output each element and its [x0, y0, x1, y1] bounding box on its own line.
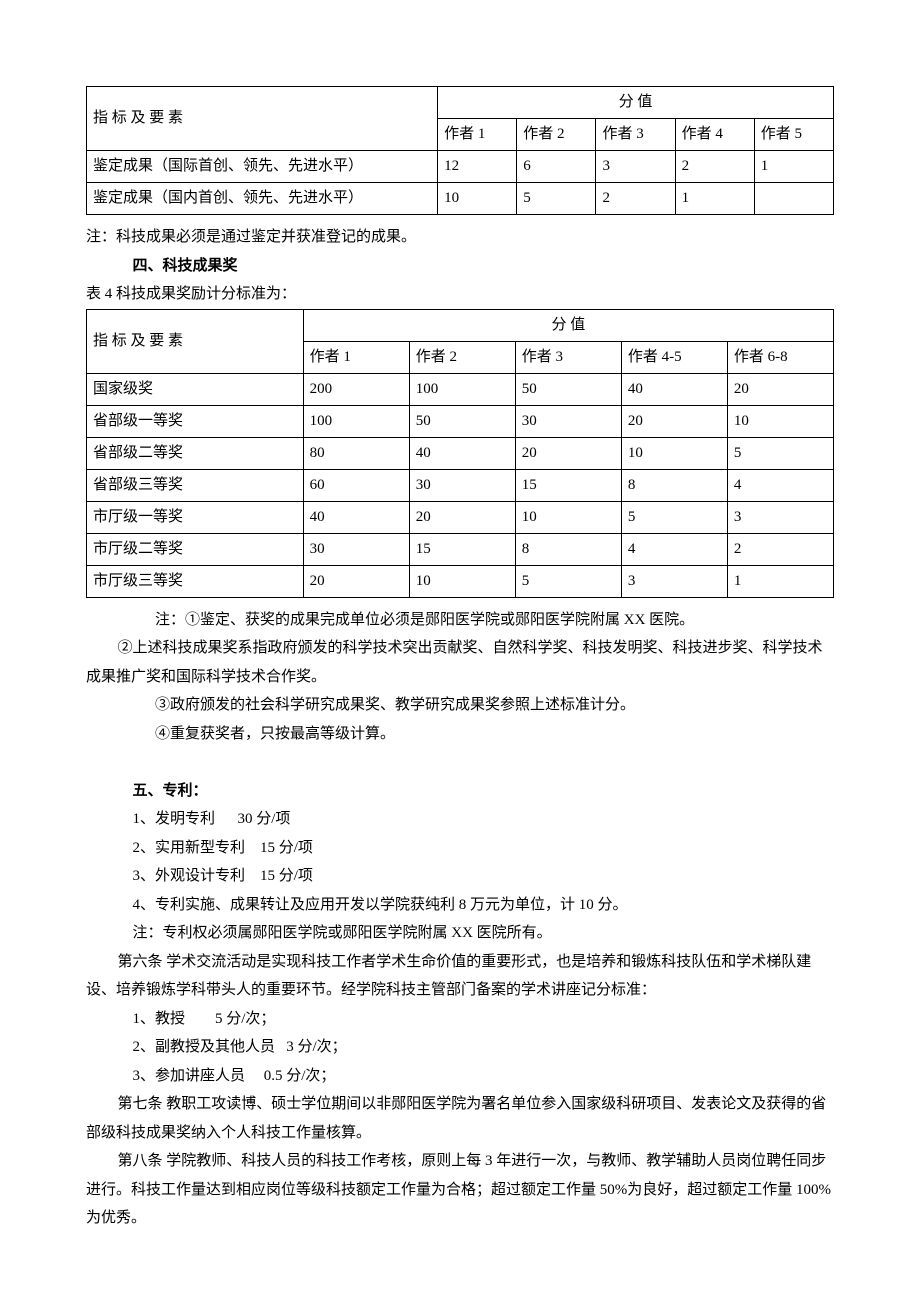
cell: 60: [303, 469, 409, 501]
lecture-item-3: 3、参加讲座人员 0.5 分/次；: [86, 1062, 834, 1091]
cell: 2: [596, 183, 675, 215]
row-label: 国家级奖: [87, 373, 304, 405]
cell: 10: [438, 183, 517, 215]
cell: 20: [727, 373, 833, 405]
table-row: 市厅级二等奖3015842: [87, 533, 834, 565]
col-author3: 作者 3: [596, 119, 675, 151]
table-row: 鉴定成果（国内首创、领先、先进水平） 10 5 2 1: [87, 183, 834, 215]
cell: 10: [727, 405, 833, 437]
cell: [754, 183, 833, 215]
cell: 50: [409, 405, 515, 437]
row-label: 市厅级三等奖: [87, 565, 304, 597]
row-label: 市厅级一等奖: [87, 501, 304, 533]
cell: 20: [303, 565, 409, 597]
table-row: 国家级奖200100504020: [87, 373, 834, 405]
table-row: 市厅级一等奖40201053: [87, 501, 834, 533]
cell: 15: [515, 469, 621, 501]
cell: 200: [303, 373, 409, 405]
table1-note: 注：科技成果必须是通过鉴定并获准登记的成果。: [86, 223, 834, 252]
table-row: 鉴定成果（国际首创、领先、先进水平） 12 6 3 2 1: [87, 151, 834, 183]
cell: 5: [517, 183, 596, 215]
note2-a: 注：①鉴定、获奖的成果完成单位必须是郧阳医学院或郧阳医学院附属 XX 医院。: [86, 606, 834, 635]
col-author4: 作者 4: [675, 119, 754, 151]
cell: 10: [409, 565, 515, 597]
cell: 6: [517, 151, 596, 183]
table-row: 省部级二等奖804020105: [87, 437, 834, 469]
cell: 2: [675, 151, 754, 183]
cell: 5: [727, 437, 833, 469]
cell: 8: [621, 469, 727, 501]
award-score-table: 指 标 及 要 素 分 值 作者 1 作者 2 作者 3 作者 4-5 作者 6…: [86, 309, 834, 598]
table-row: 市厅级三等奖2010531: [87, 565, 834, 597]
patent-item-1: 1、发明专利 30 分/项: [86, 805, 834, 834]
cell: 50: [515, 373, 621, 405]
row-label: 省部级三等奖: [87, 469, 304, 501]
appraisal-score-table: 指 标 及 要 素 分 值 作者 1 作者 2 作者 3 作者 4 作者 5 鉴…: [86, 86, 834, 215]
patent-item-2: 2、实用新型专利 15 分/项: [86, 834, 834, 863]
cell: 3: [727, 501, 833, 533]
table2-caption: 表 4 科技成果奖励计分标准为：: [86, 280, 834, 309]
col-author1: 作者 1: [303, 341, 409, 373]
row-label: 省部级二等奖: [87, 437, 304, 469]
cell: 20: [515, 437, 621, 469]
cell: 80: [303, 437, 409, 469]
row-label: 市厅级二等奖: [87, 533, 304, 565]
lecture-item-2: 2、副教授及其他人员 3 分/次；: [86, 1033, 834, 1062]
cell: 2: [727, 533, 833, 565]
score-header: 分 值: [303, 309, 833, 341]
cell: 10: [621, 437, 727, 469]
col-author45: 作者 4-5: [621, 341, 727, 373]
row-label: 鉴定成果（国内首创、领先、先进水平）: [87, 183, 438, 215]
cell: 20: [409, 501, 515, 533]
article-7: 第七条 教职工攻读博、硕士学位期间以非郧阳医学院为署名单位参入国家级科研项目、发…: [86, 1090, 834, 1147]
col-author5: 作者 5: [754, 119, 833, 151]
cell: 10: [515, 501, 621, 533]
col-author68: 作者 6-8: [727, 341, 833, 373]
cell: 1: [754, 151, 833, 183]
row-header-label: 指 标 及 要 素: [87, 309, 304, 373]
patent-note: 注：专利权必须属郧阳医学院或郧阳医学院附属 XX 医院所有。: [86, 919, 834, 948]
table-row: 省部级一等奖10050302010: [87, 405, 834, 437]
col-author1: 作者 1: [438, 119, 517, 151]
cell: 15: [409, 533, 515, 565]
cell: 3: [621, 565, 727, 597]
cell: 5: [621, 501, 727, 533]
col-author2: 作者 2: [517, 119, 596, 151]
section-5-heading: 五、专利：: [86, 777, 834, 806]
cell: 5: [515, 565, 621, 597]
col-author2: 作者 2: [409, 341, 515, 373]
col-author3: 作者 3: [515, 341, 621, 373]
patent-item-4: 4、专利实施、成果转让及应用开发以学院获纯利 8 万元为单位，计 10 分。: [86, 891, 834, 920]
row-label: 省部级一等奖: [87, 405, 304, 437]
cell: 30: [409, 469, 515, 501]
cell: 4: [727, 469, 833, 501]
section-4-heading: 四、科技成果奖: [86, 252, 834, 281]
patent-item-3: 3、外观设计专利 15 分/项: [86, 862, 834, 891]
cell: 3: [596, 151, 675, 183]
table-row: 省部级三等奖60301584: [87, 469, 834, 501]
note2-b: ②上述科技成果奖系指政府颁发的科学技术突出贡献奖、自然科学奖、科技发明奖、科技进…: [86, 634, 834, 691]
cell: 30: [303, 533, 409, 565]
cell: 40: [409, 437, 515, 469]
note2-d: ④重复获奖者，只按最高等级计算。: [86, 720, 834, 749]
cell: 20: [621, 405, 727, 437]
cell: 40: [621, 373, 727, 405]
cell: 1: [727, 565, 833, 597]
article-8: 第八条 学院教师、科技人员的科技工作考核，原则上每 3 年进行一次，与教师、教学…: [86, 1147, 834, 1233]
article-6: 第六条 学术交流活动是实现科技工作者学术生命价值的重要形式，也是培养和锻炼科技队…: [86, 948, 834, 1005]
cell: 30: [515, 405, 621, 437]
cell: 100: [303, 405, 409, 437]
cell: 40: [303, 501, 409, 533]
lecture-item-1: 1、教授 5 分/次；: [86, 1005, 834, 1034]
cell: 4: [621, 533, 727, 565]
row-header-label: 指 标 及 要 素: [87, 87, 438, 151]
note2-c: ③政府颁发的社会科学研究成果奖、教学研究成果奖参照上述标准计分。: [86, 691, 834, 720]
cell: 8: [515, 533, 621, 565]
cell: 12: [438, 151, 517, 183]
row-label: 鉴定成果（国际首创、领先、先进水平）: [87, 151, 438, 183]
score-header: 分 值: [438, 87, 834, 119]
cell: 1: [675, 183, 754, 215]
cell: 100: [409, 373, 515, 405]
